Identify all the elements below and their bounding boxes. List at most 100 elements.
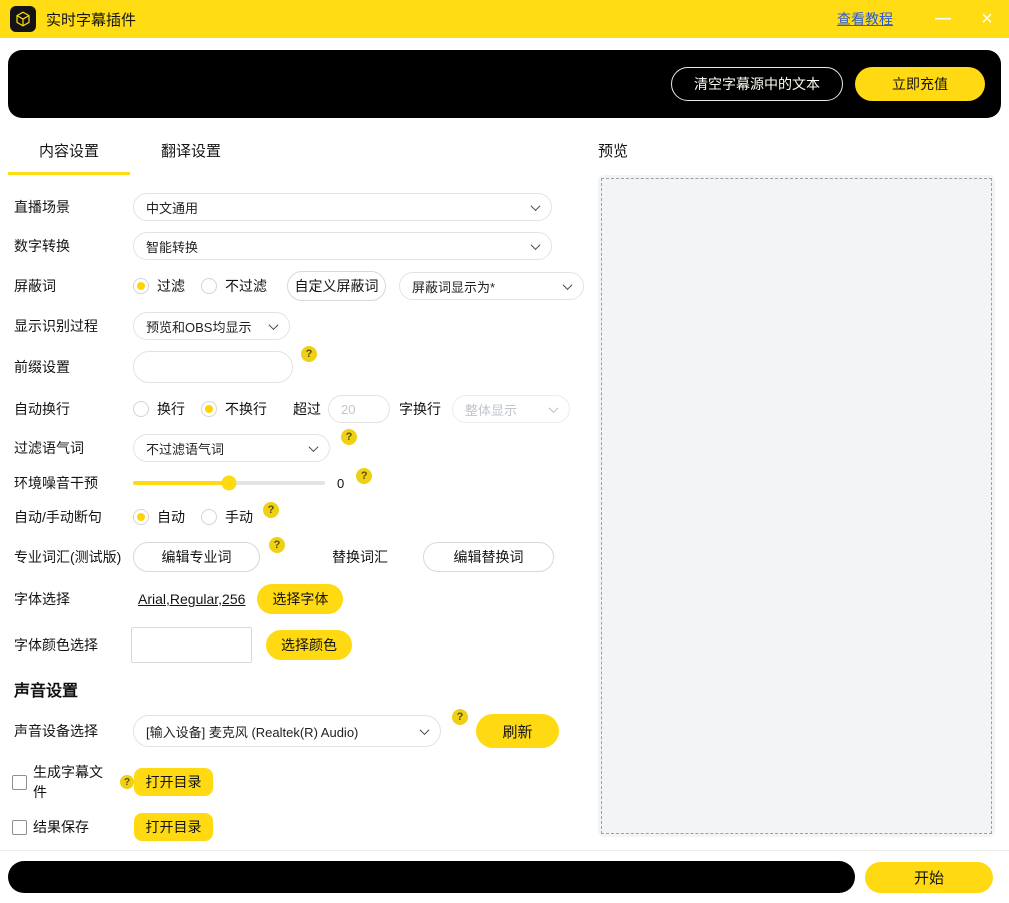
chevron-down-icon — [531, 240, 541, 250]
sound-device-help-icon[interactable]: ? — [452, 709, 468, 725]
noise-slider-thumb[interactable] — [222, 476, 237, 491]
live-scene-select[interactable]: 中文通用 — [133, 193, 552, 221]
refresh-device-button[interactable]: 刷新 — [476, 714, 559, 748]
choose-color-button[interactable]: 选择颜色 — [266, 630, 352, 660]
clear-subtitle-source-button[interactable]: 清空字幕源中的文本 — [671, 67, 843, 101]
row-prefix: 前缀设置 ? — [14, 351, 586, 383]
font-color-label: 字体颜色选择 — [14, 635, 133, 655]
minimize-button[interactable]: — — [921, 0, 965, 38]
radio-wrap[interactable]: 换行 — [133, 399, 185, 419]
custom-blocked-words-button[interactable]: 自定义屏蔽词 — [287, 271, 386, 301]
current-font-link[interactable]: Arial,Regular,256 — [138, 591, 245, 607]
noise-slider[interactable] — [133, 481, 325, 485]
preview-container — [598, 175, 995, 837]
close-icon: × — [981, 8, 993, 31]
row-filler-filter: 过滤语气词 不过滤语气词 ? — [14, 434, 586, 462]
live-scene-label: 直播场景 — [14, 197, 133, 217]
radio-manual-break[interactable]: 手动 — [201, 507, 253, 527]
number-convert-select[interactable]: 智能转换 — [133, 232, 552, 260]
row-font-select: 字体选择 Arial,Regular,256 选择字体 — [14, 584, 586, 614]
title-bar: 实时字幕插件 查看教程 — × — [0, 0, 1009, 38]
radio-icon — [133, 401, 149, 417]
sound-device-value: [输入设备] 麦克风 (Realtek(R) Audio) — [146, 722, 358, 741]
number-convert-label: 数字转换 — [14, 236, 133, 256]
minimize-icon: — — [935, 10, 951, 28]
edit-pro-vocab-button[interactable]: 编辑专业词 — [133, 542, 260, 572]
prefix-help-icon[interactable]: ? — [301, 346, 317, 362]
tab-bar: 内容设置 翻译设置 — [8, 132, 586, 175]
radio-nowrap[interactable]: 不换行 — [201, 399, 267, 419]
row-auto-wrap: 自动换行 换行 不换行 超过 字换行 整体显示 — [14, 395, 586, 423]
radio-label: 换行 — [157, 399, 185, 419]
radio-auto-break[interactable]: 自动 — [133, 507, 185, 527]
radio-label: 过滤 — [157, 276, 185, 296]
noise-help-icon[interactable]: ? — [356, 468, 372, 484]
blocked-display-as-select[interactable]: 屏蔽词显示为* — [399, 272, 584, 300]
pro-vocab-label: 专业词汇(测试版) — [14, 547, 133, 567]
footer-bar: 开始 — [0, 850, 1009, 903]
noise-value: 0 — [337, 476, 344, 491]
recognition-display-label: 显示识别过程 — [14, 316, 133, 336]
sound-device-select[interactable]: [输入设备] 麦克风 (Realtek(R) Audio) — [133, 715, 441, 747]
recharge-button[interactable]: 立即充值 — [855, 67, 985, 101]
cube-icon — [14, 10, 32, 28]
radio-icon — [133, 278, 149, 294]
subtitle-file-help-icon[interactable]: ? — [120, 775, 134, 789]
wrap-suffix-label: 字换行 — [399, 399, 441, 419]
row-sound-device: 声音设备选择 [输入设备] 麦克风 (Realtek(R) Audio) ? 刷… — [14, 714, 586, 748]
recognition-display-select[interactable]: 预览和OBS均显示 — [133, 312, 290, 340]
replace-vocab-label: 替换词汇 — [332, 547, 388, 567]
edit-replace-vocab-button[interactable]: 编辑替换词 — [423, 542, 554, 572]
preview-area — [601, 178, 992, 834]
sentence-break-label: 自动/手动断句 — [14, 507, 133, 527]
wrap-display-value: 整体显示 — [465, 400, 517, 419]
row-noise: 环境噪音干预 0 ? — [14, 473, 586, 493]
noise-slider-fill — [133, 481, 229, 485]
auto-wrap-label: 自动换行 — [14, 399, 133, 419]
filler-help-icon[interactable]: ? — [341, 429, 357, 445]
row-live-scene: 直播场景 中文通用 — [14, 193, 586, 221]
main-content: 内容设置 翻译设置 直播场景 中文通用 数字转换 智能转换 屏蔽词 过滤 — [0, 118, 1009, 850]
chevron-down-icon — [309, 442, 319, 452]
noise-label: 环境噪音干预 — [14, 473, 133, 493]
prefix-label: 前缀设置 — [14, 357, 133, 377]
result-save-checkbox[interactable] — [12, 820, 27, 835]
row-blocked-words: 屏蔽词 过滤 不过滤 自定义屏蔽词 屏蔽词显示为* — [14, 271, 586, 301]
filler-filter-value: 不过滤语气词 — [146, 439, 224, 458]
radio-label: 不过滤 — [225, 276, 267, 296]
open-result-dir-button[interactable]: 打开目录 — [134, 813, 213, 841]
chevron-down-icon — [420, 725, 430, 735]
filler-filter-select[interactable]: 不过滤语气词 — [133, 434, 330, 462]
result-save-label[interactable]: 结果保存 — [33, 817, 89, 837]
chevron-down-icon — [549, 403, 559, 413]
row-number-convert: 数字转换 智能转换 — [14, 232, 586, 260]
row-result-save: 结果保存 打开目录 — [14, 813, 586, 841]
subtitle-file-checkbox[interactable] — [12, 775, 27, 790]
subtitle-status-bar — [8, 861, 855, 893]
prefix-input[interactable] — [133, 351, 293, 383]
radio-blocked-filter[interactable]: 过滤 — [133, 276, 185, 296]
pro-vocab-help-icon[interactable]: ? — [269, 537, 285, 553]
preview-title: 预览 — [598, 140, 995, 161]
subtitle-file-label[interactable]: 生成字幕文件 — [33, 762, 114, 802]
wrap-chars-input[interactable] — [328, 395, 390, 423]
radio-blocked-nofilter[interactable]: 不过滤 — [201, 276, 267, 296]
row-font-color: 字体颜色选择 选择颜色 — [14, 627, 586, 663]
tutorial-link[interactable]: 查看教程 — [837, 9, 893, 29]
choose-font-button[interactable]: 选择字体 — [257, 584, 343, 614]
row-sentence-break: 自动/手动断句 自动 手动 ? — [14, 507, 586, 527]
radio-label: 手动 — [225, 507, 253, 527]
tab-translate-settings[interactable]: 翻译设置 — [130, 132, 252, 175]
top-banner: 清空字幕源中的文本 立即充值 — [8, 50, 1001, 118]
result-save-checkbox-group: 结果保存 — [12, 817, 134, 837]
sentence-break-help-icon[interactable]: ? — [263, 502, 279, 518]
row-recognition-display: 显示识别过程 预览和OBS均显示 — [14, 312, 586, 340]
wrap-display-select[interactable]: 整体显示 — [452, 395, 570, 423]
start-button[interactable]: 开始 — [865, 862, 993, 893]
open-subtitle-dir-button[interactable]: 打开目录 — [134, 768, 213, 796]
close-button[interactable]: × — [965, 0, 1009, 38]
tab-content-settings[interactable]: 内容设置 — [8, 132, 130, 175]
font-color-input[interactable] — [131, 627, 252, 663]
sound-section-title: 声音设置 — [14, 677, 586, 701]
exceed-label: 超过 — [293, 399, 321, 419]
